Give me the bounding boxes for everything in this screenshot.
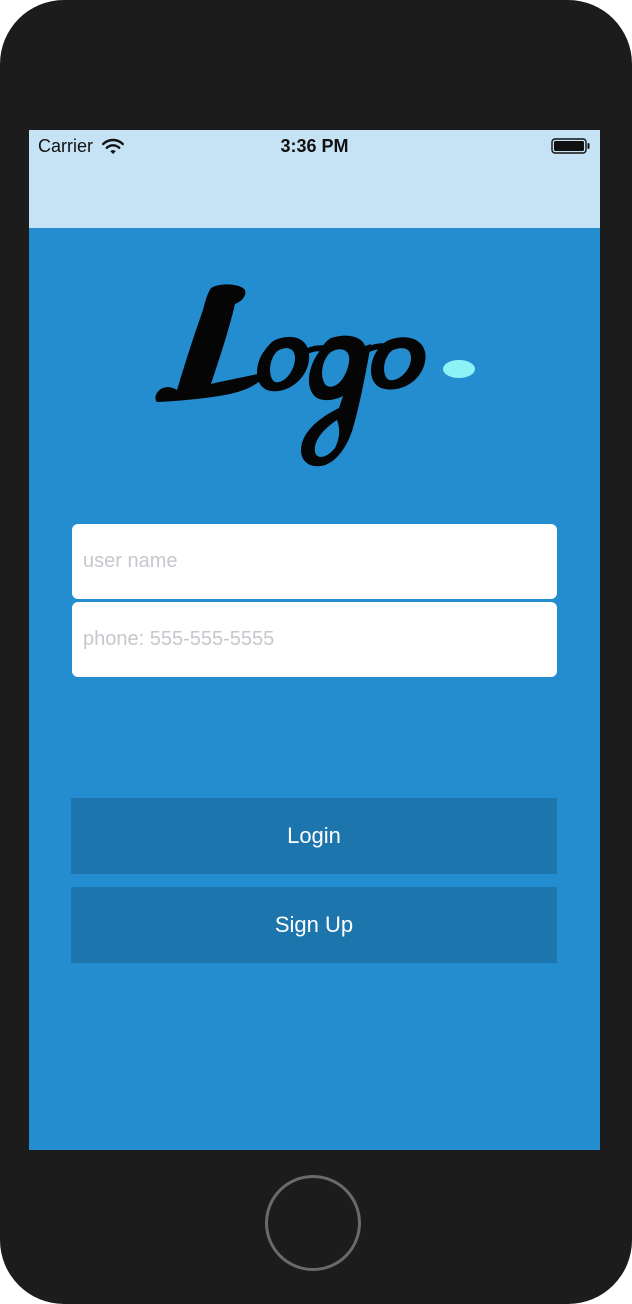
login-button-label: Login	[287, 823, 341, 848]
phone-input[interactable]	[72, 602, 557, 677]
username-input[interactable]	[72, 524, 557, 599]
app-logo	[155, 284, 475, 467]
home-button[interactable]	[265, 1175, 361, 1271]
app-screen: Carrier 3:36 PM user name phone: 555-555…	[29, 130, 600, 1150]
login-button[interactable]: Login	[71, 798, 557, 874]
sign-up-button-label: Sign Up	[274, 912, 354, 937]
battery-icon	[551, 138, 590, 154]
logo-dot	[443, 360, 475, 378]
sign-up-button[interactable]: Sign Up	[71, 887, 557, 963]
device-frame: Carrier 3:36 PM user name phone: 555-555…	[0, 0, 632, 1304]
status-time: 3:36 PM	[280, 136, 349, 156]
status-bar: Carrier 3:36 PM	[29, 130, 600, 228]
